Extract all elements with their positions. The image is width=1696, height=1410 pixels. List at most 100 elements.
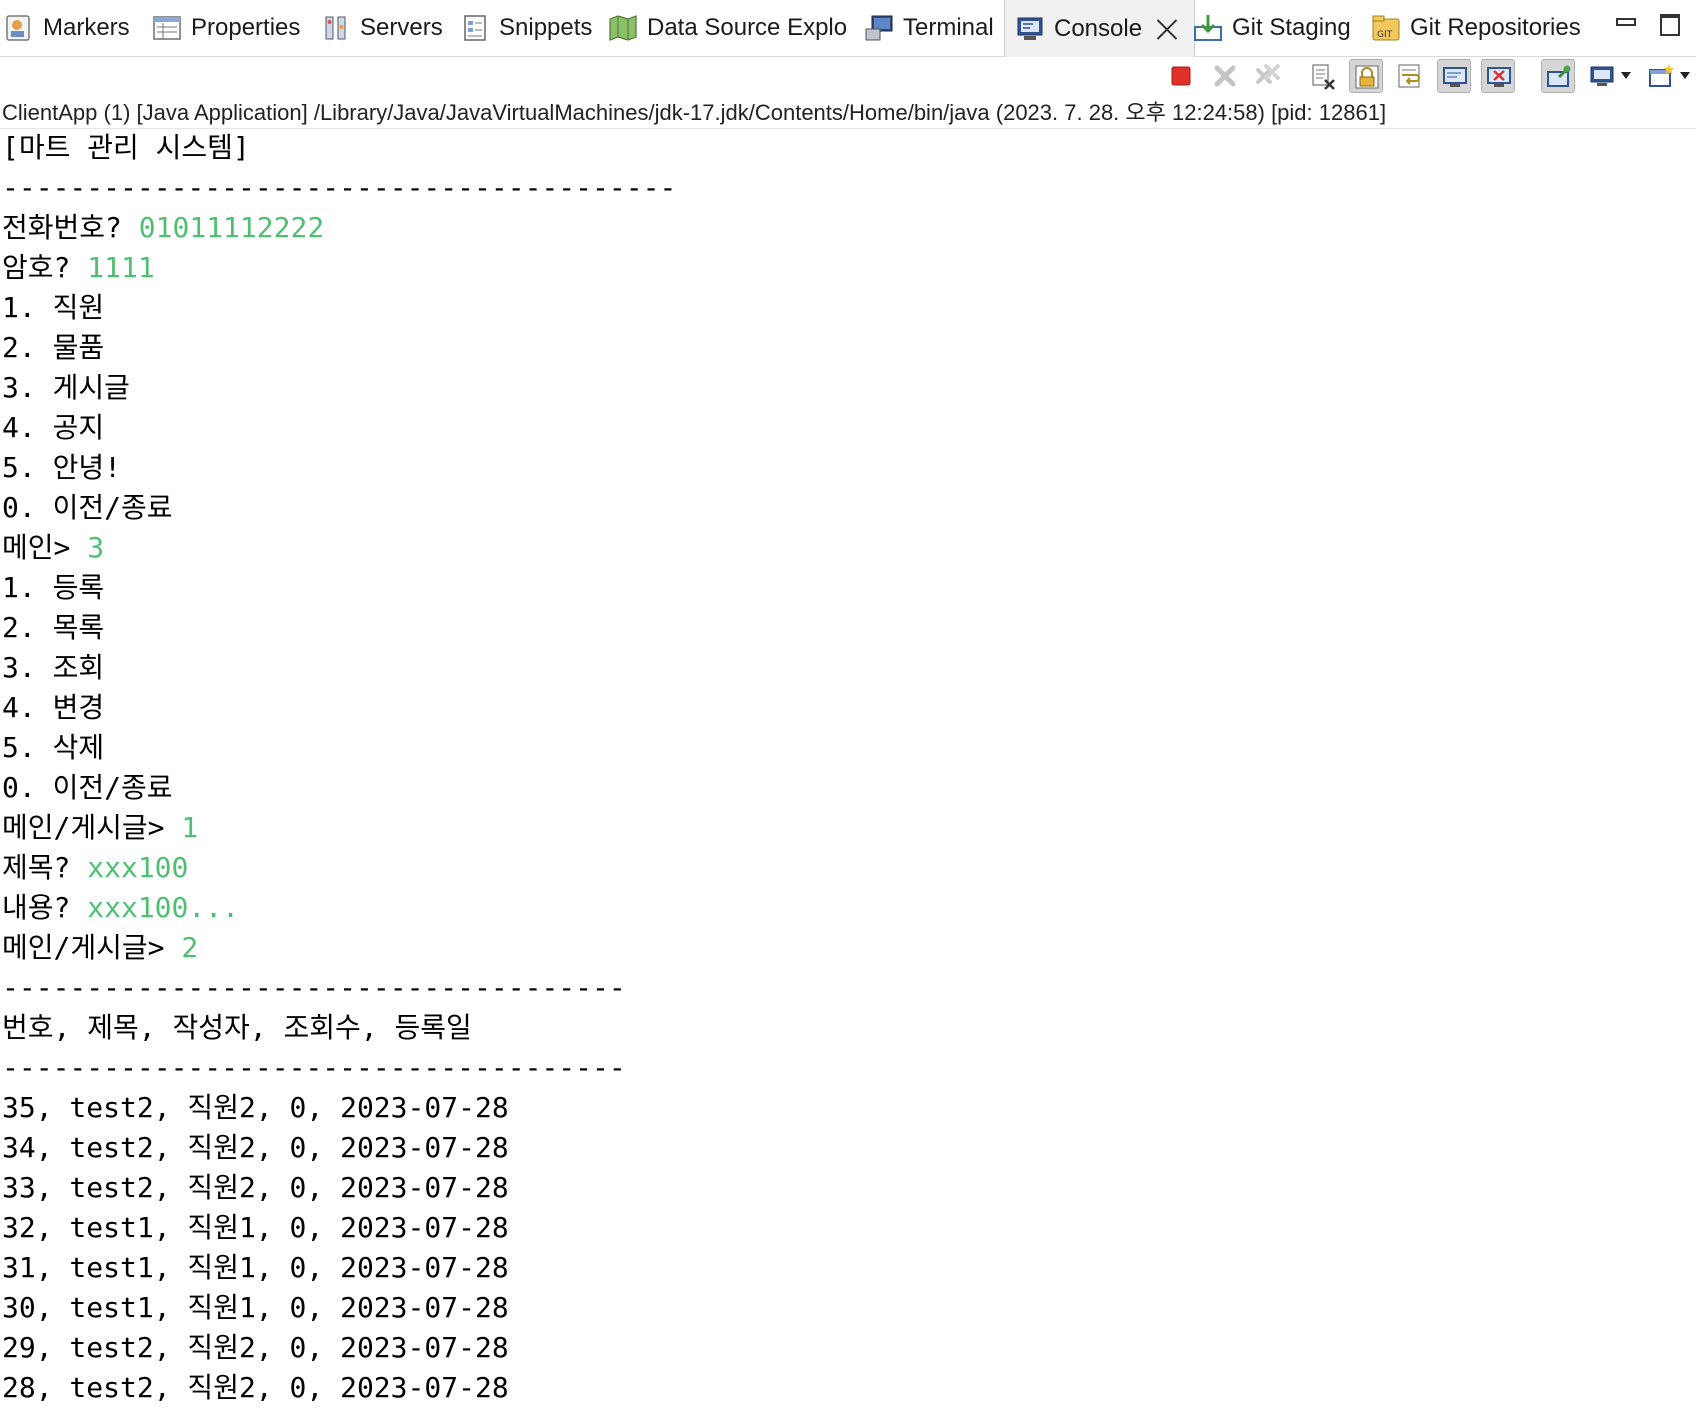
chevron-down-icon[interactable] bbox=[1621, 72, 1631, 79]
console-line: 2. 목록 bbox=[2, 608, 1692, 648]
console-output-text: 3. 게시글 bbox=[2, 371, 130, 404]
console-output-text: 34, test2, 직원2, 0, 2023-07-28 bbox=[2, 1131, 509, 1164]
remove-launch-button[interactable] bbox=[1208, 59, 1242, 93]
console-output-text: 35, test2, 직원2, 0, 2023-07-28 bbox=[2, 1091, 509, 1124]
scroll-lock-icon bbox=[1355, 65, 1379, 89]
console-output-text: [마트 관리 시스템] bbox=[2, 131, 250, 164]
console-line: 메인/게시글> 2 bbox=[2, 928, 1692, 968]
console-line: 암호? 1111 bbox=[2, 248, 1692, 288]
tab-git-repositories[interactable]: GIT Git Repositories bbox=[1371, 0, 1581, 56]
console-line: 1. 직원 bbox=[2, 288, 1692, 328]
remove-all-terminated-button[interactable] bbox=[1251, 59, 1285, 93]
console-line: 1. 등록 bbox=[2, 568, 1692, 608]
console-line: 2. 물품 bbox=[2, 328, 1692, 368]
console-line: 0. 이전/종료 bbox=[2, 768, 1692, 808]
remove-launch-icon bbox=[1214, 65, 1236, 87]
console-output-text: 4. 변경 bbox=[2, 691, 105, 724]
console-user-input: 01011112222 bbox=[138, 211, 325, 244]
console-output-text: 3. 조회 bbox=[2, 651, 105, 684]
console-output-text: 메인/게시글> bbox=[2, 811, 182, 844]
console-output-text: 암호? bbox=[2, 251, 88, 284]
show-on-stderr-icon bbox=[1487, 67, 1511, 87]
show-on-stderr-button[interactable] bbox=[1481, 59, 1515, 93]
console-user-input: 3 bbox=[87, 531, 105, 564]
console-line: 전화번호? 01011112222 bbox=[2, 208, 1692, 248]
terminal-icon bbox=[864, 13, 894, 43]
pin-console-button[interactable] bbox=[1541, 59, 1575, 93]
display-console-button[interactable] bbox=[1585, 59, 1631, 93]
markers-icon bbox=[4, 13, 34, 43]
tab-console[interactable]: Console bbox=[1004, 0, 1196, 57]
maximize-icon[interactable] bbox=[1660, 14, 1680, 36]
tab-label: Servers bbox=[360, 14, 443, 41]
console-line: [마트 관리 시스템] bbox=[2, 128, 1692, 168]
console-line: 29, test2, 직원2, 0, 2023-07-28 bbox=[2, 1328, 1692, 1368]
tab-label: Snippets bbox=[499, 14, 593, 41]
console-output-text: 2. 목록 bbox=[2, 611, 105, 644]
minimize-icon[interactable] bbox=[1616, 18, 1636, 26]
tab-label: Markers bbox=[43, 14, 130, 41]
display-console-icon bbox=[1590, 66, 1614, 86]
tab-properties[interactable]: Properties bbox=[152, 0, 300, 56]
console-line: ---------------------------------------- bbox=[2, 168, 1692, 208]
console-line: 28, test2, 직원2, 0, 2023-07-28 bbox=[2, 1368, 1692, 1408]
servers-icon bbox=[321, 13, 351, 43]
tab-terminal[interactable]: Terminal bbox=[864, 0, 994, 56]
chevron-down-icon[interactable] bbox=[1680, 72, 1690, 79]
console-line: 31, test1, 직원1, 0, 2023-07-28 bbox=[2, 1248, 1692, 1288]
remove-all-terminated-icon bbox=[1256, 64, 1280, 84]
tab-label: Console bbox=[1054, 14, 1143, 42]
console-line: 제목? xxx100 bbox=[2, 848, 1692, 888]
terminate-button[interactable] bbox=[1164, 59, 1198, 93]
console-output-text: 4. 공지 bbox=[2, 411, 105, 444]
console-output-text: 메인/게시글> bbox=[2, 931, 182, 964]
console-output[interactable]: [마트 관리 시스템] -----------------------------… bbox=[2, 128, 1692, 1408]
console-line: 3. 조회 bbox=[2, 648, 1692, 688]
console-user-input: 2 bbox=[181, 931, 199, 964]
tab-label: Terminal bbox=[903, 14, 994, 41]
console-line: ------------------------------------- bbox=[2, 968, 1692, 1008]
open-console-button[interactable] bbox=[1644, 59, 1690, 93]
show-on-stdout-button[interactable] bbox=[1437, 59, 1471, 93]
console-output-text: 28, test2, 직원2, 0, 2023-07-28 bbox=[2, 1371, 509, 1404]
console-line: 33, test2, 직원2, 0, 2023-07-28 bbox=[2, 1168, 1692, 1208]
console-icon bbox=[1015, 14, 1045, 44]
tab-label: Git Repositories bbox=[1410, 14, 1581, 41]
tab-data-source-explorer[interactable]: Data Source Explo bbox=[608, 0, 847, 56]
properties-icon bbox=[152, 13, 182, 43]
console-output-text: 번호, 제목, 작성자, 조회수, 등록일 bbox=[2, 1011, 472, 1044]
tab-servers[interactable]: Servers bbox=[321, 0, 443, 56]
scroll-lock-button[interactable] bbox=[1349, 59, 1383, 93]
console-output-text: ------------------------------------- bbox=[2, 1051, 626, 1084]
console-output-text: 전화번호? bbox=[2, 211, 139, 244]
tab-git-staging[interactable]: Git Staging bbox=[1193, 0, 1351, 56]
word-wrap-icon bbox=[1398, 64, 1420, 88]
console-user-input: xxx100 bbox=[87, 851, 189, 884]
process-description: ClientApp (1) [Java Application] /Librar… bbox=[2, 100, 1387, 125]
console-output-text: 33, test2, 직원2, 0, 2023-07-28 bbox=[2, 1171, 509, 1204]
console-output-text: 내용? bbox=[2, 891, 88, 924]
console-line: 30, test1, 직원1, 0, 2023-07-28 bbox=[2, 1288, 1692, 1328]
console-user-input: 1 bbox=[181, 811, 199, 844]
open-console-icon bbox=[1649, 64, 1675, 87]
console-line: 번호, 제목, 작성자, 조회수, 등록일 bbox=[2, 1008, 1692, 1048]
console-line: 내용? xxx100... bbox=[2, 888, 1692, 928]
tab-markers[interactable]: Markers bbox=[4, 0, 130, 56]
git-repositories-icon: GIT bbox=[1371, 13, 1401, 43]
console-line: 메인> 3 bbox=[2, 528, 1692, 568]
tab-snippets[interactable]: Snippets bbox=[460, 0, 592, 56]
console-line: 4. 공지 bbox=[2, 408, 1692, 448]
console-line: 35, test2, 직원2, 0, 2023-07-28 bbox=[2, 1088, 1692, 1128]
clear-console-icon bbox=[1312, 64, 1335, 90]
console-output-text: 2. 물품 bbox=[2, 331, 105, 364]
console-output-text: 1. 등록 bbox=[2, 571, 105, 604]
close-tab-icon[interactable] bbox=[1156, 18, 1178, 40]
clear-console-button[interactable] bbox=[1306, 59, 1340, 93]
word-wrap-button[interactable] bbox=[1393, 59, 1427, 93]
console-output-text: 메인> bbox=[2, 531, 88, 564]
console-output-text: 30, test1, 직원1, 0, 2023-07-28 bbox=[2, 1291, 509, 1324]
console-line: 0. 이전/종료 bbox=[2, 488, 1692, 528]
console-output-text: 0. 이전/종료 bbox=[2, 491, 173, 524]
console-line: 4. 변경 bbox=[2, 688, 1692, 728]
pin-console-icon bbox=[1547, 65, 1571, 87]
